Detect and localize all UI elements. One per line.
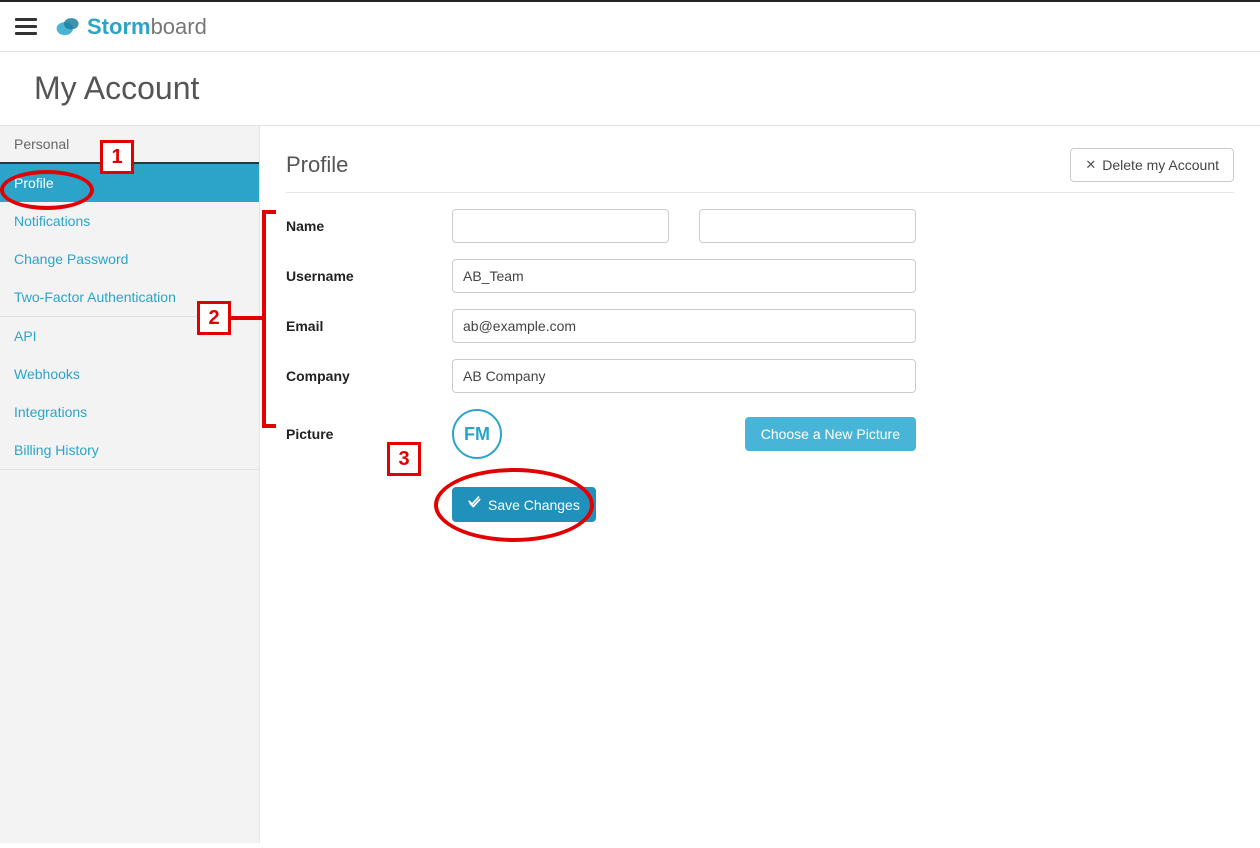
main-panel: Profile ✕ Delete my Account Name Usernam… (260, 126, 1260, 843)
delete-account-button[interactable]: ✕ Delete my Account (1070, 148, 1234, 182)
page-title: My Account (34, 70, 1226, 107)
close-icon: ✕ (1085, 157, 1096, 173)
sidebar-section-label: Personal (0, 126, 259, 162)
sidebar-item-api[interactable]: API (0, 317, 259, 355)
email-label: Email (286, 318, 452, 334)
form-row-name: Name (286, 209, 1234, 243)
sidebar-item-webhooks[interactable]: Webhooks (0, 355, 259, 393)
logo-mark-icon (55, 14, 81, 40)
sidebar-item-notifications[interactable]: Notifications (0, 202, 259, 240)
page-title-bar: My Account (0, 52, 1260, 126)
hamburger-menu-icon[interactable] (15, 14, 37, 39)
sidebar: Personal Profile Notifications Change Pa… (0, 126, 260, 843)
sidebar-item-integrations[interactable]: Integrations (0, 393, 259, 431)
main-header: Profile ✕ Delete my Account (286, 148, 1234, 193)
company-input[interactable] (452, 359, 916, 393)
check-icon (468, 496, 482, 513)
save-row: Save Changes (452, 487, 1234, 522)
section-heading: Profile (286, 152, 348, 178)
form-row-username: Username (286, 259, 1234, 293)
delete-account-label: Delete my Account (1102, 157, 1219, 173)
avatar-initials: FM (464, 424, 490, 445)
content-area: Personal Profile Notifications Change Pa… (0, 126, 1260, 843)
sidebar-item-billing-history[interactable]: Billing History (0, 431, 259, 469)
company-label: Company (286, 368, 452, 384)
picture-label: Picture (286, 426, 452, 442)
form-row-company: Company (286, 359, 1234, 393)
save-button-label: Save Changes (488, 497, 580, 513)
save-button[interactable]: Save Changes (452, 487, 596, 522)
first-name-input[interactable] (452, 209, 669, 243)
logo-text: Stormboard (87, 14, 207, 40)
avatar: FM (452, 409, 502, 459)
email-input[interactable] (452, 309, 916, 343)
last-name-input[interactable] (699, 209, 916, 243)
sidebar-separator (0, 469, 259, 470)
sidebar-item-two-factor[interactable]: Two-Factor Authentication (0, 278, 259, 316)
app-logo[interactable]: Stormboard (55, 14, 207, 40)
sidebar-item-change-password[interactable]: Change Password (0, 240, 259, 278)
topbar: Stormboard (0, 2, 1260, 52)
username-label: Username (286, 268, 452, 284)
form-row-email: Email (286, 309, 1234, 343)
form-row-picture: Picture FM Choose a New Picture (286, 409, 1234, 459)
choose-picture-button[interactable]: Choose a New Picture (745, 417, 916, 451)
username-input[interactable] (452, 259, 916, 293)
sidebar-item-profile[interactable]: Profile (0, 162, 259, 202)
name-label: Name (286, 218, 452, 234)
